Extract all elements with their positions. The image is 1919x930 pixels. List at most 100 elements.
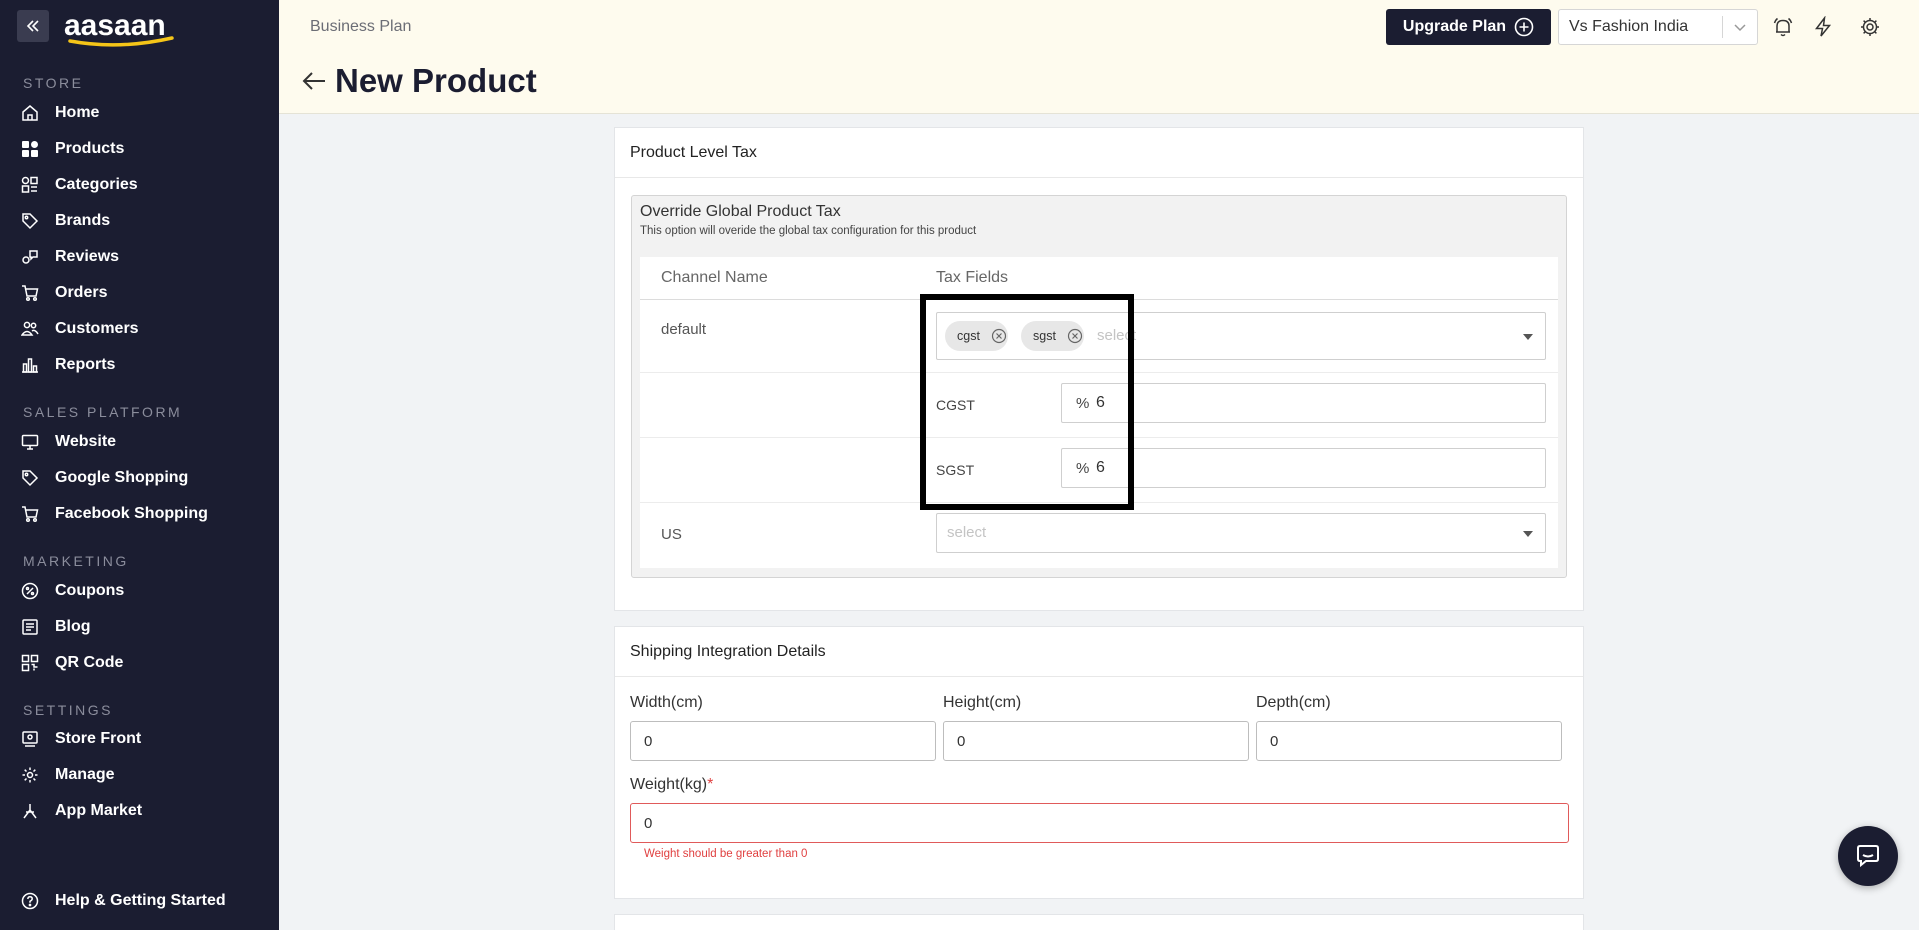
close-circle-icon[interactable] bbox=[1066, 327, 1084, 345]
column-header-channel-name: Channel Name bbox=[661, 269, 768, 286]
sidebar-item-google-shopping[interactable]: Google Shopping bbox=[20, 463, 188, 493]
sidebar-item-label: Coupons bbox=[55, 582, 125, 599]
sgst-rate-value: 6 bbox=[1096, 459, 1105, 476]
coupon-icon bbox=[20, 581, 40, 601]
sidebar-item-website[interactable]: Website bbox=[20, 427, 116, 457]
sidebar-item-products[interactable]: Products bbox=[20, 134, 124, 164]
reports-icon bbox=[20, 355, 40, 375]
row-divider bbox=[640, 372, 1558, 373]
sgst-label: SGST bbox=[936, 462, 975, 478]
sidebar-item-customers[interactable]: Customers bbox=[20, 314, 139, 344]
depth-input[interactable]: 0 bbox=[1256, 721, 1562, 761]
plus-circle-icon bbox=[1514, 17, 1534, 37]
gear-icon bbox=[20, 765, 40, 785]
width-input[interactable]: 0 bbox=[630, 721, 936, 761]
sidebar-item-qr-code[interactable]: QR Code bbox=[20, 648, 123, 678]
percent-prefix: % bbox=[1076, 394, 1090, 412]
sidebar-item-label: Home bbox=[55, 104, 100, 121]
sidebar-item-reports[interactable]: Reports bbox=[20, 350, 115, 380]
top-bar: Business Plan New Product Upgrade Plan V… bbox=[279, 0, 1919, 114]
sidebar-item-label: Categories bbox=[55, 176, 138, 193]
upgrade-plan-button[interactable]: Upgrade Plan bbox=[1386, 9, 1551, 45]
override-global-tax-box: Override Global Product Tax This option … bbox=[631, 195, 1567, 578]
chat-icon bbox=[1857, 845, 1879, 868]
cgst-rate-value: 6 bbox=[1096, 394, 1105, 411]
notification-bell-button[interactable] bbox=[1770, 14, 1796, 40]
sidebar-item-label: Products bbox=[55, 140, 125, 157]
next-section-card bbox=[614, 914, 1584, 930]
height-input[interactable]: 0 bbox=[943, 721, 1249, 761]
product-level-tax-card: Product Level Tax Override Global Produc… bbox=[614, 127, 1584, 611]
cgst-rate-input[interactable]: % 6 bbox=[1061, 383, 1546, 423]
section-label-settings: SETTINGS bbox=[23, 702, 114, 718]
sgst-rate-input[interactable]: % 6 bbox=[1061, 448, 1546, 488]
sidebar-item-label: Website bbox=[55, 433, 117, 450]
tax-fields-select-default[interactable]: cgst sgst select bbox=[936, 312, 1546, 360]
tax-table: Channel Name Tax Fields default cgst sgs… bbox=[640, 257, 1558, 568]
reviews-icon bbox=[20, 247, 40, 267]
chat-support-button[interactable] bbox=[1838, 826, 1898, 886]
upgrade-plan-label: Upgrade Plan bbox=[1402, 18, 1507, 35]
shipping-integration-title: Shipping Integration Details bbox=[615, 627, 1583, 677]
app-market-icon bbox=[20, 801, 40, 821]
gear-icon bbox=[1861, 18, 1879, 36]
sidebar-item-label: Orders bbox=[55, 284, 108, 301]
collapse-sidebar-button[interactable] bbox=[17, 10, 49, 42]
close-circle-icon[interactable] bbox=[990, 327, 1008, 345]
channel-name-us: US bbox=[661, 526, 682, 543]
percent-prefix: % bbox=[1076, 459, 1090, 477]
monitor-icon bbox=[20, 432, 40, 452]
page-title: New Product bbox=[335, 62, 537, 99]
sidebar-item-coupons[interactable]: Coupons bbox=[20, 576, 124, 606]
tax-fields-select-us[interactable]: select bbox=[936, 513, 1546, 553]
chip-cgst: cgst bbox=[945, 321, 1008, 351]
sidebar-item-home[interactable]: Home bbox=[20, 98, 99, 128]
aasaan-logo[interactable]: aasaan bbox=[64, 8, 184, 48]
weight-input[interactable]: 0 bbox=[630, 803, 1569, 843]
back-arrow-icon[interactable] bbox=[301, 70, 327, 92]
override-description: This option will overide the global tax … bbox=[640, 225, 977, 237]
customers-icon bbox=[20, 319, 40, 339]
weight-label: Weight(kg)* bbox=[630, 776, 713, 794]
sidebar-item-label: Facebook Shopping bbox=[55, 505, 208, 522]
sidebar-item-label: Reports bbox=[55, 356, 116, 373]
weight-error-message: Weight should be greater than 0 bbox=[644, 848, 808, 860]
sidebar-item-brands[interactable]: Brands bbox=[20, 206, 110, 236]
quick-actions-button[interactable] bbox=[1810, 14, 1836, 40]
store-select-value: Vs Fashion India bbox=[1569, 18, 1689, 35]
sidebar-item-label: Brands bbox=[55, 212, 111, 229]
storefront-icon bbox=[20, 729, 40, 749]
sidebar: aasaan STORE Home Products Categories Br… bbox=[0, 0, 279, 930]
sidebar-item-orders[interactable]: Orders bbox=[20, 278, 107, 308]
override-title: Override Global Product Tax bbox=[640, 203, 841, 220]
height-label: Height(cm) bbox=[943, 694, 1022, 711]
products-icon bbox=[20, 139, 40, 159]
sidebar-item-reviews[interactable]: Reviews bbox=[20, 242, 119, 272]
sidebar-item-label: Customers bbox=[55, 320, 139, 337]
sidebar-item-categories[interactable]: Categories bbox=[20, 170, 138, 200]
sidebar-item-label: Help & Getting Started bbox=[55, 892, 226, 909]
sidebar-item-manage[interactable]: Manage bbox=[20, 760, 115, 790]
categories-icon bbox=[20, 175, 40, 195]
sidebar-item-facebook-shopping[interactable]: Facebook Shopping bbox=[20, 499, 208, 529]
sidebar-item-store-front[interactable]: Store Front bbox=[20, 724, 141, 754]
select-placeholder: select bbox=[1097, 327, 1137, 344]
chevron-down-icon bbox=[1723, 20, 1757, 34]
cart-icon bbox=[20, 283, 40, 303]
bell-icon bbox=[1773, 17, 1793, 37]
sidebar-item-blog[interactable]: Blog bbox=[20, 612, 91, 642]
width-label: Width(cm) bbox=[630, 694, 703, 711]
sidebar-item-label: App Market bbox=[55, 802, 143, 819]
qr-code-icon bbox=[20, 653, 40, 673]
lightning-icon bbox=[1814, 16, 1832, 37]
store-select[interactable]: Vs Fashion India bbox=[1558, 9, 1758, 45]
sidebar-item-label: Store Front bbox=[55, 730, 142, 747]
row-divider bbox=[640, 437, 1558, 438]
sidebar-item-app-market[interactable]: App Market bbox=[20, 796, 142, 826]
caret-down-icon bbox=[1523, 531, 1533, 537]
sidebar-item-help[interactable]: Help & Getting Started bbox=[20, 886, 226, 916]
row-divider bbox=[640, 502, 1558, 503]
shipping-integration-card: Shipping Integration Details Width(cm) 0… bbox=[614, 626, 1584, 899]
product-level-tax-title: Product Level Tax bbox=[615, 128, 1583, 178]
settings-button[interactable] bbox=[1857, 14, 1883, 40]
